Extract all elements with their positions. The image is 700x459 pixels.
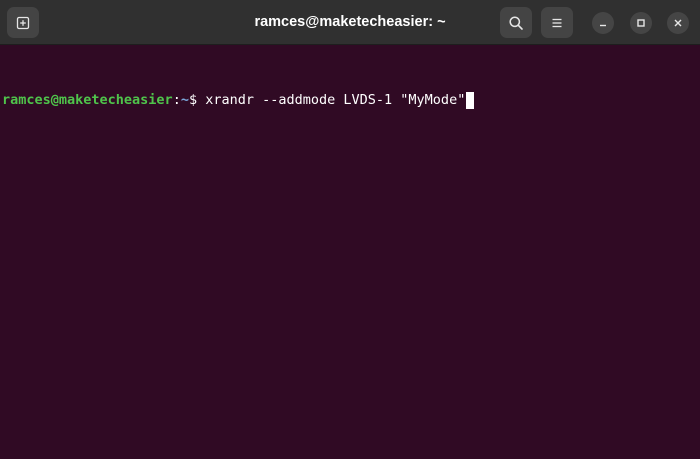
prompt-colon: : (172, 92, 181, 108)
terminal-output[interactable]: ramces@maketecheasier: ~ $ xrandr --addmod… (0, 45, 700, 459)
prompt-user: ramces@maketecheasier (2, 92, 173, 108)
close-icon (674, 19, 682, 27)
search-icon (509, 15, 523, 30)
maximize-button[interactable] (630, 12, 652, 34)
command-text: xrandr --addmode LVDS-1 "MyMode" (205, 92, 466, 108)
minimize-icon (600, 24, 606, 27)
prompt-path: ~ (180, 92, 189, 108)
search-button[interactable] (500, 7, 532, 38)
hamburger-menu-icon (552, 18, 562, 27)
close-button[interactable] (667, 12, 689, 34)
prompt-symbol: $ (188, 92, 206, 108)
command-line: ramces@maketecheasier: ~ $ xrandr --addmod… (2, 89, 698, 111)
maximize-icon (637, 19, 645, 27)
header-bar: ramces@maketecheasier: ~ (0, 0, 700, 45)
minimize-button[interactable] (592, 12, 614, 34)
new-tab-icon (16, 16, 30, 29)
terminal-window: ramces@maketecheasier: ~ ramces@maketech… (0, 0, 700, 459)
new-tab-button[interactable] (7, 7, 39, 38)
menu-button[interactable] (541, 7, 573, 38)
text-cursor (466, 91, 475, 109)
